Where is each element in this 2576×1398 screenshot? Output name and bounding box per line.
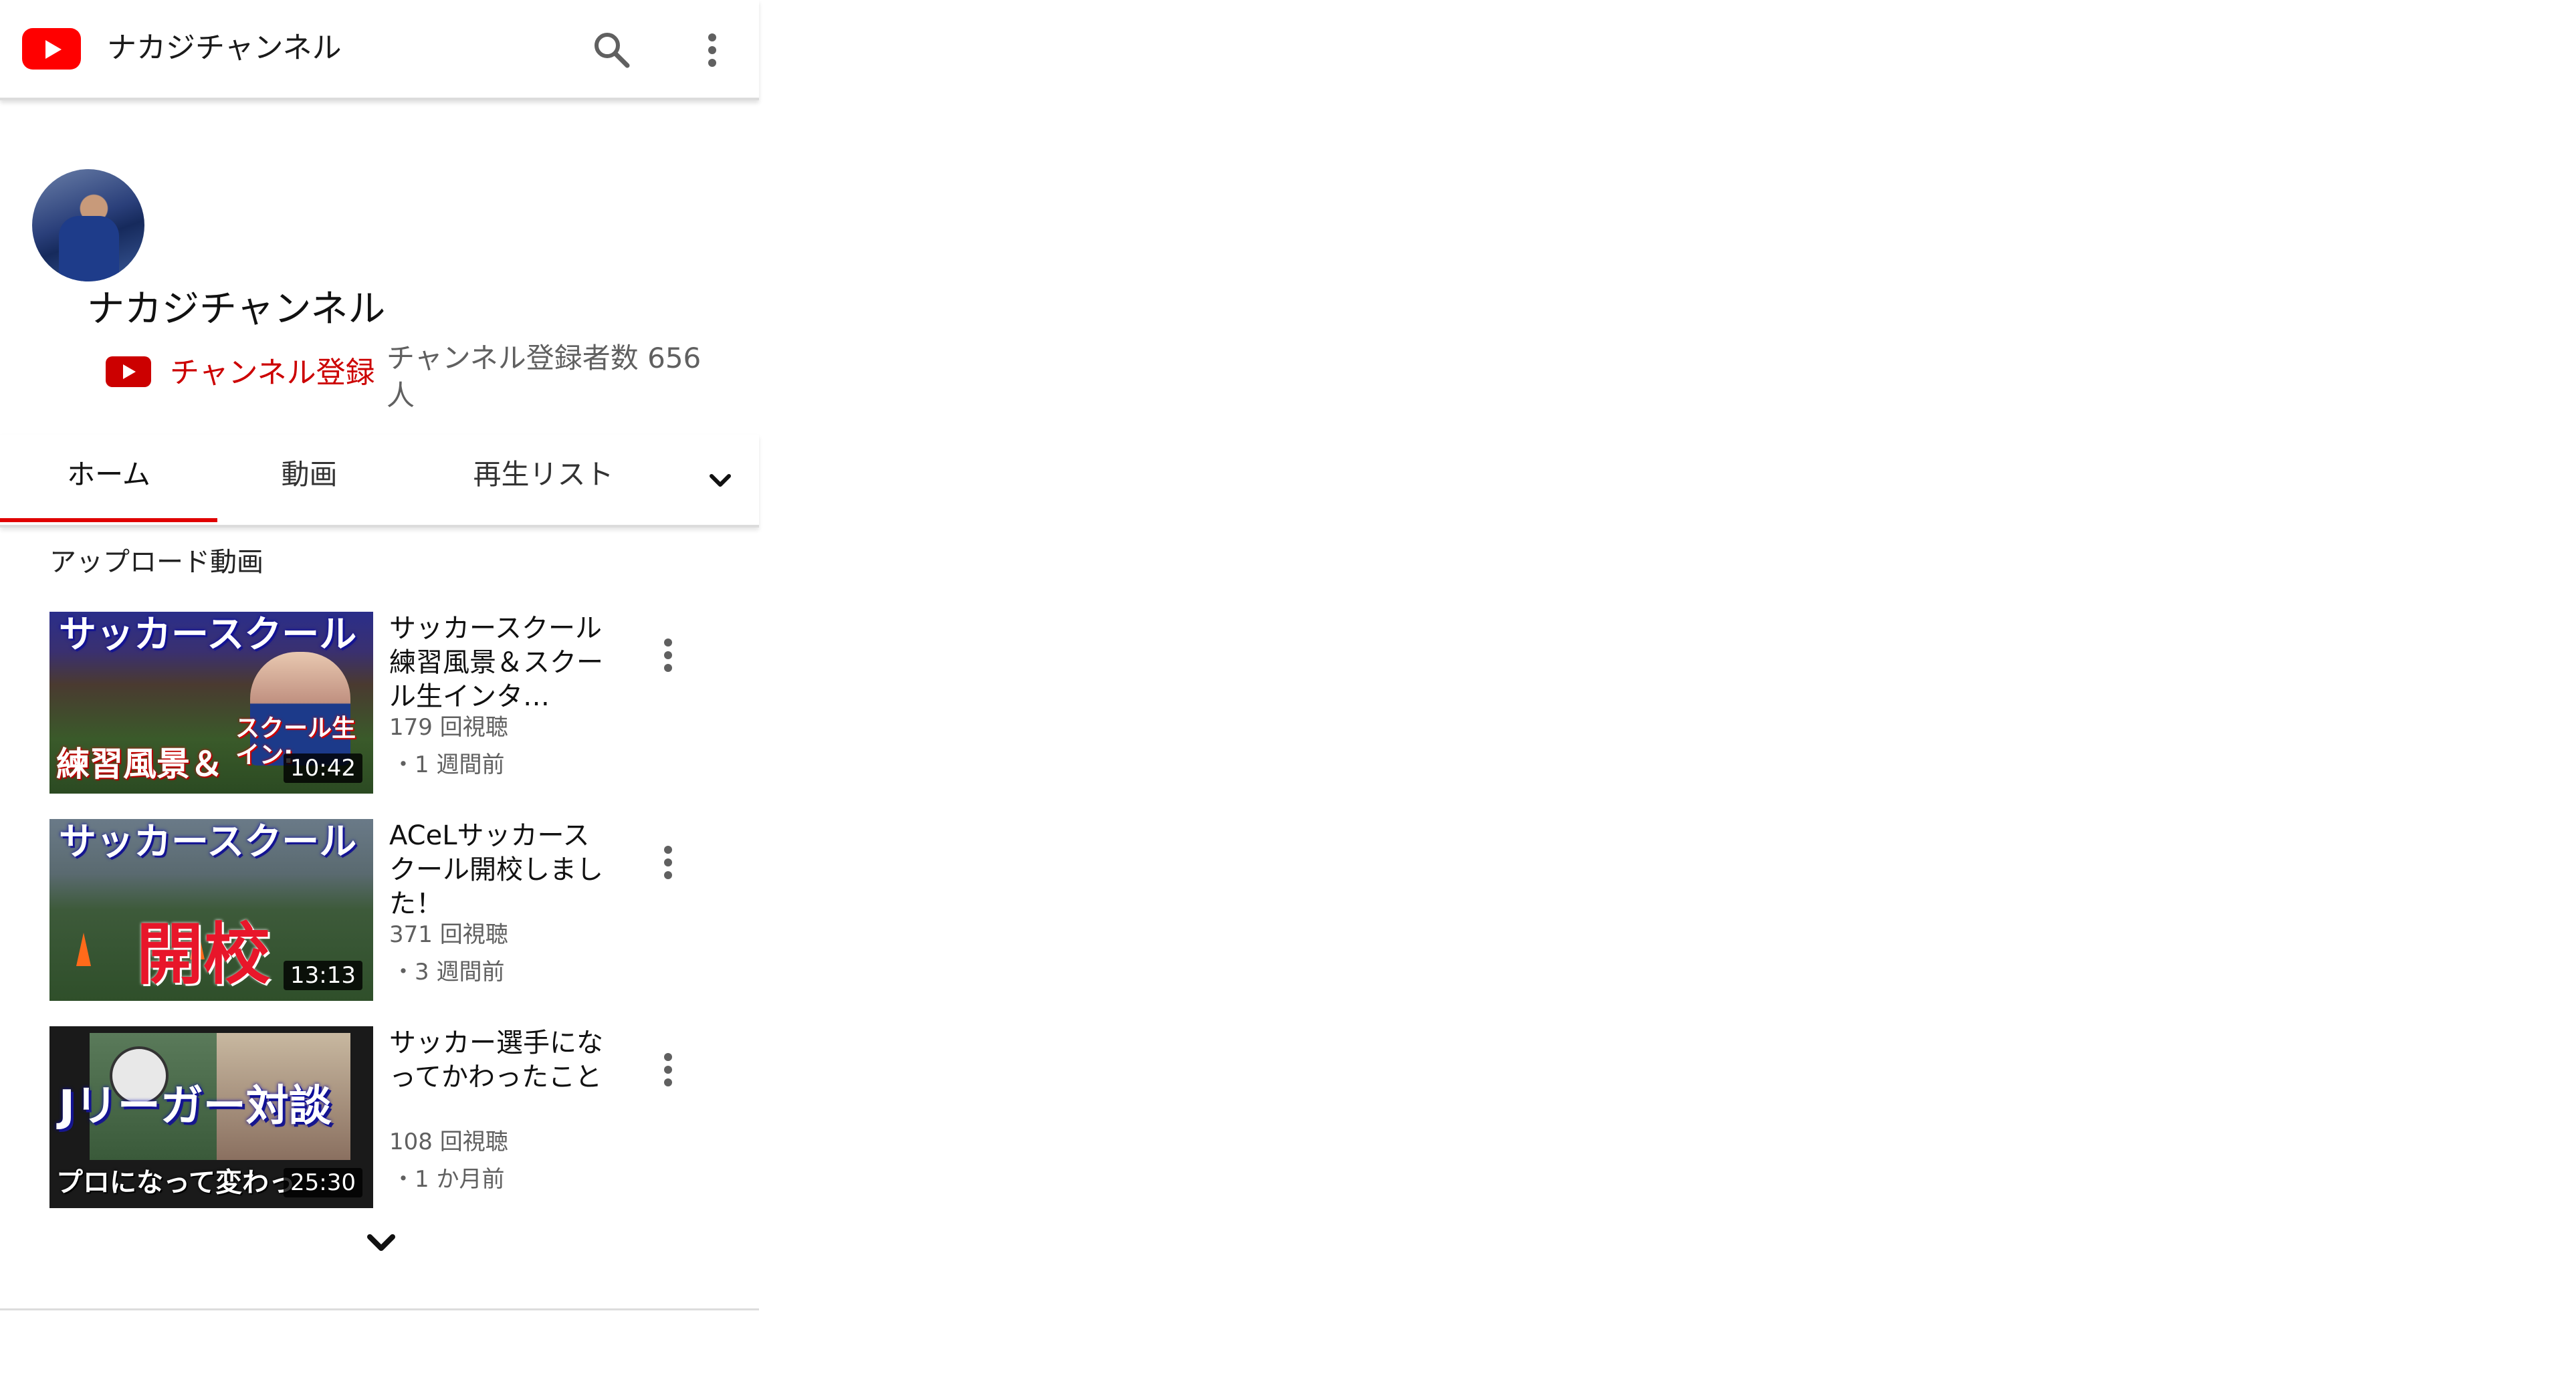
thumb-caption-side: スクール生 xyxy=(235,715,356,742)
video-views: 108 回視聴 xyxy=(389,1129,508,1155)
subscriber-count: チャンネル登録者数 656 人 xyxy=(387,342,702,412)
thumb-caption-bottom: 練習風景＆ xyxy=(56,745,223,784)
subscribe-youtube-icon[interactable] xyxy=(106,356,151,387)
app-bar: ナカジチャンネル xyxy=(0,0,759,100)
thumb-caption-top: サッカースクール xyxy=(59,613,357,657)
video-thumbnail[interactable]: サッカースクール 開校 13:13 xyxy=(49,819,373,1001)
channel-tabs: ホーム 動画 再生リスト xyxy=(0,435,759,528)
video-item[interactable]: サッカースクール スクール生 イン: 練習風景＆ 10:42 サッカースクール練… xyxy=(49,612,745,799)
video-title[interactable]: サッカースクール練習風景＆スクール生インタ… xyxy=(389,612,610,714)
avatar-figure xyxy=(59,216,119,281)
channel-avatar[interactable] xyxy=(32,169,144,281)
chevron-down-icon[interactable] xyxy=(702,463,738,499)
tab-playlists[interactable]: 再生リスト xyxy=(428,455,659,495)
video-duration: 25:30 xyxy=(284,1168,362,1197)
tab-home[interactable]: ホーム xyxy=(0,455,217,495)
subscribe-button[interactable]: チャンネル登録 xyxy=(170,354,375,392)
section-title: アップロード動画 xyxy=(49,547,263,578)
video-age: ・1 週間前 xyxy=(392,751,505,778)
thumb-caption-bottom: 開校 xyxy=(136,915,270,994)
video-more-icon[interactable] xyxy=(651,839,685,886)
search-icon[interactable] xyxy=(588,27,635,74)
section-divider xyxy=(0,1308,759,1310)
tab-selected-indicator xyxy=(0,518,217,522)
youtube-channel-page: ナカジチャンネル ナカジチャンネル チャンネル登録 チャンネル登録者数 656 … xyxy=(0,0,762,1398)
video-age: ・1 か月前 xyxy=(392,1166,505,1193)
show-more-chevron-icon[interactable] xyxy=(358,1224,405,1264)
video-duration: 13:13 xyxy=(284,961,362,990)
video-duration: 10:42 xyxy=(284,753,362,783)
thumb-caption-bottom: プロになって変わっ xyxy=(56,1167,296,1198)
thumb-caption-top: Jリーガー対談 xyxy=(59,1082,332,1131)
thumb-caption-top: サッカースクール xyxy=(59,820,357,864)
video-item[interactable]: Jリーガー対談 プロになって変わっ 25:30 サッカー選手になってかわったこと… xyxy=(49,1026,745,1213)
app-bar-title: ナカジチャンネル xyxy=(107,31,342,65)
video-thumbnail[interactable]: サッカースクール スクール生 イン: 練習風景＆ 10:42 xyxy=(49,612,373,794)
video-thumbnail[interactable]: Jリーガー対談 プロになって変わっ 25:30 xyxy=(49,1026,373,1208)
thumb-cone xyxy=(76,933,91,966)
video-title[interactable]: ACeLサッカースクール開校しました！ xyxy=(389,819,610,921)
video-views: 179 回視聴 xyxy=(389,714,508,741)
video-title[interactable]: サッカー選手になってかわったこと xyxy=(389,1026,610,1094)
youtube-logo-icon[interactable] xyxy=(22,28,81,70)
video-more-icon[interactable] xyxy=(651,632,685,679)
more-vert-icon[interactable] xyxy=(695,27,729,74)
video-views: 371 回視聴 xyxy=(389,921,508,948)
video-item[interactable]: サッカースクール 開校 13:13 ACeLサッカースクール開校しました！ 37… xyxy=(49,819,745,1006)
video-more-icon[interactable] xyxy=(651,1046,685,1093)
tab-videos[interactable]: 動画 xyxy=(221,455,398,495)
video-age: ・3 週間前 xyxy=(392,959,505,985)
channel-name: ナカジチャンネル xyxy=(87,287,386,331)
